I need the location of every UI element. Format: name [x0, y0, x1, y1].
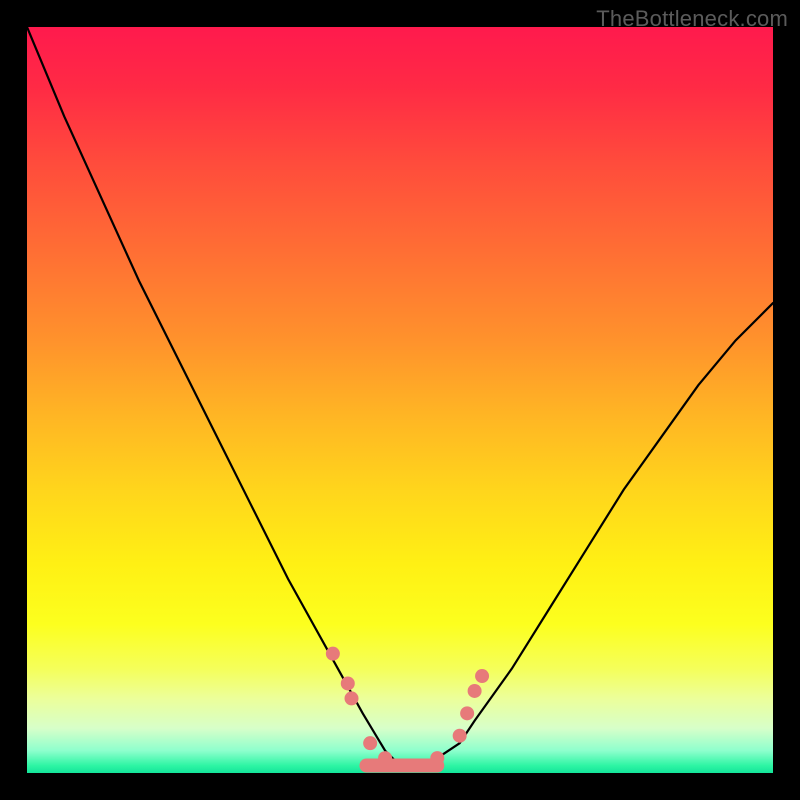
highlighted-point: [453, 729, 467, 743]
curve-svg: [27, 27, 773, 773]
highlighted-points: [326, 647, 489, 765]
highlighted-point: [363, 736, 377, 750]
highlighted-point: [341, 676, 355, 690]
highlighted-point: [460, 706, 474, 720]
highlighted-point: [475, 669, 489, 683]
plot-area: [27, 27, 773, 773]
highlighted-point: [345, 691, 359, 705]
highlighted-point: [430, 751, 444, 765]
chart-frame: TheBottleneck.com: [0, 0, 800, 800]
highlighted-point: [468, 684, 482, 698]
highlighted-point: [378, 751, 392, 765]
highlighted-point: [326, 647, 340, 661]
bottleneck-curve-line: [27, 27, 773, 766]
